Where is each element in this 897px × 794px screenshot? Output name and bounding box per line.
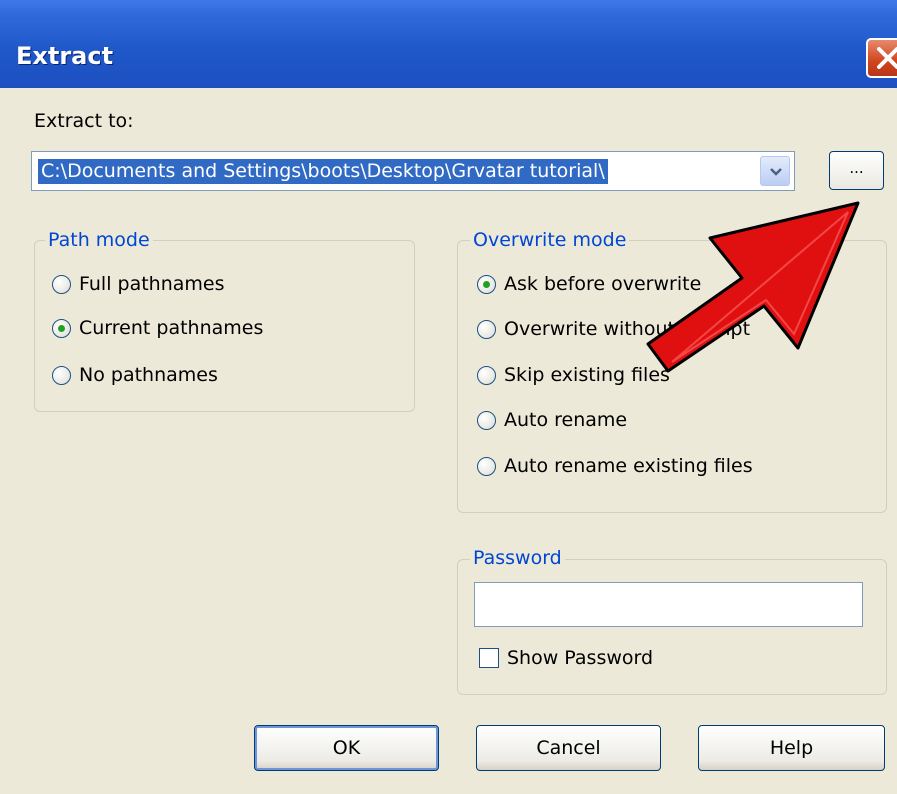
radio-indicator-selected — [477, 274, 496, 294]
title-bar-top-strip — [0, 0, 897, 20]
close-button[interactable] — [866, 38, 897, 78]
radio-label: Ask before overwrite — [504, 273, 702, 295]
radio-indicator — [477, 410, 496, 430]
radio-label: Auto rename existing files — [504, 455, 753, 477]
chevron-down-icon — [770, 168, 782, 176]
combo-dropdown-button[interactable] — [760, 156, 790, 186]
title-bar: Extract — [0, 0, 897, 88]
radio-indicator — [477, 456, 496, 476]
window-title: Extract — [16, 42, 114, 70]
radio-indicator — [52, 365, 71, 385]
radio-ask-before-overwrite[interactable]: Ask before overwrite — [477, 273, 701, 295]
extract-path-combobox[interactable]: C:\Documents and Settings\boots\Desktop\… — [31, 151, 795, 191]
radio-label: Full pathnames — [79, 273, 225, 295]
radio-overwrite-without-prompt[interactable]: Overwrite without prompt — [477, 318, 750, 340]
radio-skip-existing-files[interactable]: Skip existing files — [477, 364, 670, 386]
radio-indicator — [477, 319, 496, 339]
extract-to-label: Extract to: — [34, 110, 134, 132]
radio-full-pathnames[interactable]: Full pathnames — [52, 273, 225, 295]
password-legend: Password — [470, 547, 565, 569]
close-icon — [877, 47, 897, 69]
radio-label: Skip existing files — [504, 364, 670, 386]
extract-path-value[interactable]: C:\Documents and Settings\boots\Desktop\… — [38, 159, 608, 184]
show-password-label: Show Password — [507, 647, 654, 669]
checkbox-box[interactable] — [479, 648, 499, 668]
radio-indicator — [477, 365, 496, 385]
radio-label: Current pathnames — [79, 317, 264, 339]
radio-label: Overwrite without prompt — [504, 318, 751, 340]
radio-label: Auto rename — [504, 409, 628, 431]
path-mode-legend: Path mode — [45, 229, 153, 251]
help-button[interactable]: Help — [698, 725, 885, 771]
radio-label: No pathnames — [79, 364, 218, 386]
cancel-button[interactable]: Cancel — [476, 725, 661, 771]
radio-current-pathnames[interactable]: Current pathnames — [52, 317, 263, 339]
radio-indicator-selected — [52, 318, 71, 338]
ok-button[interactable]: OK — [254, 725, 439, 771]
radio-indicator — [52, 274, 71, 294]
radio-no-pathnames[interactable]: No pathnames — [52, 364, 218, 386]
password-input[interactable] — [474, 582, 863, 627]
password-group — [457, 559, 887, 695]
show-password-checkbox[interactable]: Show Password — [479, 647, 653, 669]
radio-auto-rename-existing-files[interactable]: Auto rename existing files — [477, 455, 753, 477]
browse-button[interactable]: ... — [829, 151, 884, 190]
overwrite-mode-legend: Overwrite mode — [470, 229, 630, 251]
radio-auto-rename[interactable]: Auto rename — [477, 409, 627, 431]
